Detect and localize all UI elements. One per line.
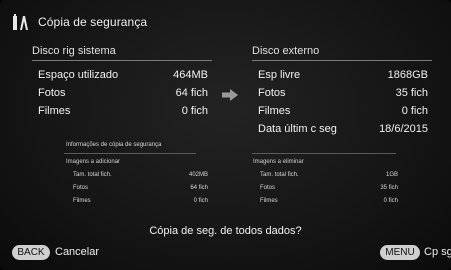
right-row-label: Esp livre (258, 69, 301, 81)
right-row-value: 18/6/2015 (379, 123, 428, 135)
right-column-heading: Disco externo (252, 45, 320, 57)
left-column-heading: Disco rig sistema (32, 45, 116, 57)
remove-row-value: 35 fich (380, 185, 398, 191)
right-row-label: Fotos (258, 87, 286, 99)
right-row-label: Filmes (258, 105, 291, 117)
remove-row-label: Fotos (260, 185, 276, 191)
add-row-label: Fotos (73, 185, 89, 191)
left-row-value: 464MB (173, 69, 208, 81)
backup-screen: Cópia de segurança Disco rig sistema Esp… (0, 0, 451, 270)
add-row-value: 64 fich (190, 185, 208, 191)
right-row-value: 1868GB (387, 69, 428, 81)
left-row-label: Espaço utilizado (38, 69, 119, 81)
add-row-label: Tam. total fich. (73, 172, 112, 178)
info-divider-right (252, 153, 396, 154)
backup-icon (13, 14, 28, 30)
right-row-value: 35 fich (395, 87, 428, 99)
left-row-value: 64 fich (175, 87, 208, 99)
remove-row-value: 0 fich (383, 198, 398, 204)
add-row-value: 0 fich (193, 198, 208, 204)
cancel-label[interactable]: Cancelar (55, 246, 99, 258)
arrow-right-icon (222, 89, 238, 101)
remove-row-label: Tam. total fich. (260, 172, 299, 178)
backup-confirm-label[interactable]: Cp sg (424, 246, 451, 258)
header: Cópia de segurança (0, 0, 451, 42)
left-row-value: 0 fich (181, 105, 208, 117)
page-title: Cópia de segurança (38, 15, 148, 29)
right-column-divider (252, 60, 432, 61)
confirm-question: Cópia de seg. de todos dados? (149, 225, 302, 237)
add-row-value: 402MB (188, 172, 208, 178)
remove-row-label: Filmes (260, 198, 278, 204)
info-divider-left (64, 153, 196, 154)
info-title: Informações de cópia de segurança (66, 142, 162, 148)
add-heading: Imagens a adicionar (66, 159, 121, 165)
left-row-label: Filmes (38, 105, 71, 117)
back-button[interactable]: BACK (12, 245, 50, 260)
right-row-value: 0 fich (401, 105, 428, 117)
right-row-label: Data últim c seg (258, 123, 337, 135)
remove-heading: Imagens a eliminar (253, 159, 304, 165)
remove-row-value: 1GB (385, 172, 398, 178)
left-row-label: Fotos (38, 87, 66, 99)
left-column-divider (32, 60, 212, 61)
add-row-label: Filmes (73, 198, 91, 204)
menu-button[interactable]: MENU (380, 245, 420, 260)
